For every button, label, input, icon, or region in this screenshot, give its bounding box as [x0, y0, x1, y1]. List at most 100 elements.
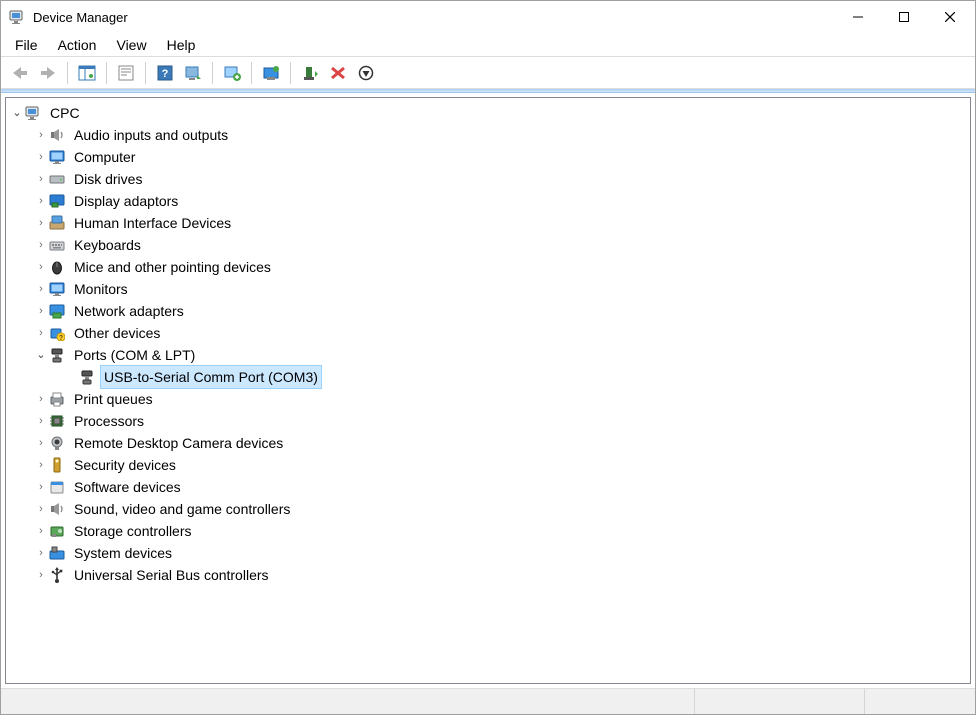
collapse-caret[interactable]: ⌄	[10, 102, 24, 124]
nic-icon	[48, 302, 66, 320]
forward-button[interactable]	[35, 60, 61, 86]
monitor-icon	[48, 280, 66, 298]
expand-caret[interactable]: ›	[34, 410, 48, 432]
expand-caret[interactable]: ›	[34, 212, 48, 234]
expand-caret[interactable]: ›	[34, 300, 48, 322]
category-ports[interactable]: ⌄ Ports (COM & LPT)	[6, 344, 970, 366]
category-usb[interactable]: › Universal Serial Bus controllers	[6, 564, 970, 586]
category-security[interactable]: › Security devices	[6, 454, 970, 476]
expand-caret[interactable]: ›	[34, 146, 48, 168]
update-driver-button[interactable]	[258, 60, 284, 86]
svg-text:?: ?	[162, 68, 169, 80]
category-audio[interactable]: › Audio inputs and outputs	[6, 124, 970, 146]
category-label: Sound, video and game controllers	[70, 498, 294, 520]
statusbar	[1, 688, 975, 714]
device-usb-serial[interactable]: USB-to-Serial Comm Port (COM3)	[6, 366, 970, 388]
category-label: Ports (COM & LPT)	[70, 344, 199, 366]
install-button[interactable]	[297, 60, 323, 86]
tree-root[interactable]: ⌄ CPC	[6, 102, 970, 124]
category-network[interactable]: › Network adapters	[6, 300, 970, 322]
category-label: Processors	[70, 410, 148, 432]
cpu-icon	[48, 412, 66, 430]
expand-caret[interactable]: ›	[34, 234, 48, 256]
category-label: System devices	[70, 542, 176, 564]
expand-caret[interactable]: ›	[34, 124, 48, 146]
port-icon	[78, 368, 96, 386]
category-sound[interactable]: › Sound, video and game controllers	[6, 498, 970, 520]
expand-caret[interactable]: ›	[34, 476, 48, 498]
category-display[interactable]: › Display adaptors	[6, 190, 970, 212]
category-rdcamera[interactable]: › Remote Desktop Camera devices	[6, 432, 970, 454]
usb-icon	[48, 566, 66, 584]
disk-icon	[48, 170, 66, 188]
scan-button[interactable]	[180, 60, 206, 86]
close-button[interactable]	[927, 2, 973, 32]
category-computer[interactable]: › Computer	[6, 146, 970, 168]
back-button[interactable]	[7, 60, 33, 86]
category-printq[interactable]: › Print queues	[6, 388, 970, 410]
camera-icon	[48, 434, 66, 452]
storage-icon	[48, 522, 66, 540]
category-label: Storage controllers	[70, 520, 196, 542]
add-legacy-button[interactable]	[219, 60, 245, 86]
show-hide-tree-button[interactable]	[74, 60, 100, 86]
category-hid[interactable]: › Human Interface Devices	[6, 212, 970, 234]
category-other[interactable]: › Other devices	[6, 322, 970, 344]
category-label: Keyboards	[70, 234, 145, 256]
maximize-button[interactable]	[881, 2, 927, 32]
toolbar: ?	[1, 57, 975, 89]
expand-caret[interactable]: ›	[34, 432, 48, 454]
port-icon	[48, 346, 66, 364]
uninstall-button[interactable]	[325, 60, 351, 86]
menu-view[interactable]: View	[106, 35, 156, 55]
device-label: USB-to-Serial Comm Port (COM3)	[100, 365, 322, 389]
speaker-icon	[48, 126, 66, 144]
system-icon	[48, 544, 66, 562]
category-label: Computer	[70, 146, 139, 168]
expand-caret[interactable]: ›	[34, 278, 48, 300]
category-storage[interactable]: › Storage controllers	[6, 520, 970, 542]
hid-icon	[48, 214, 66, 232]
category-monitors[interactable]: › Monitors	[6, 278, 970, 300]
expand-caret[interactable]: ›	[34, 388, 48, 410]
expand-caret[interactable]: ›	[34, 498, 48, 520]
category-software[interactable]: › Software devices	[6, 476, 970, 498]
expand-caret[interactable]: ›	[34, 190, 48, 212]
menubar: File Action View Help	[1, 33, 975, 57]
category-label: Print queues	[70, 388, 157, 410]
help-button[interactable]: ?	[152, 60, 178, 86]
expand-caret[interactable]: ›	[34, 454, 48, 476]
window-title: Device Manager	[33, 10, 835, 25]
category-label: Other devices	[70, 322, 164, 344]
disable-button[interactable]	[353, 60, 379, 86]
expand-caret[interactable]: ›	[34, 256, 48, 278]
display-adapter-icon	[48, 192, 66, 210]
properties-button[interactable]	[113, 60, 139, 86]
titlebar: Device Manager	[1, 1, 975, 33]
collapse-caret[interactable]: ⌄	[34, 344, 48, 366]
minimize-button[interactable]	[835, 2, 881, 32]
device-tree[interactable]: ⌄ CPC › Audio inputs and outputs › Compu…	[5, 97, 971, 684]
menu-help[interactable]: Help	[157, 35, 206, 55]
category-label: Human Interface Devices	[70, 212, 235, 234]
expand-caret[interactable]: ›	[34, 168, 48, 190]
category-system[interactable]: › System devices	[6, 542, 970, 564]
category-disk[interactable]: › Disk drives	[6, 168, 970, 190]
category-label: Security devices	[70, 454, 180, 476]
printer-icon	[48, 390, 66, 408]
menu-action[interactable]: Action	[48, 35, 107, 55]
speaker-icon	[48, 500, 66, 518]
other-icon	[48, 324, 66, 342]
expand-caret[interactable]: ›	[34, 322, 48, 344]
security-icon	[48, 456, 66, 474]
expand-caret[interactable]: ›	[34, 542, 48, 564]
category-processors[interactable]: › Processors	[6, 410, 970, 432]
computer-icon	[24, 104, 42, 122]
expand-caret[interactable]: ›	[34, 564, 48, 586]
menu-file[interactable]: File	[5, 35, 48, 55]
expand-caret[interactable]: ›	[34, 520, 48, 542]
category-label: Universal Serial Bus controllers	[70, 564, 273, 586]
category-keyboard[interactable]: › Keyboards	[6, 234, 970, 256]
category-mouse[interactable]: › Mice and other pointing devices	[6, 256, 970, 278]
tree-root-label: CPC	[46, 102, 84, 124]
